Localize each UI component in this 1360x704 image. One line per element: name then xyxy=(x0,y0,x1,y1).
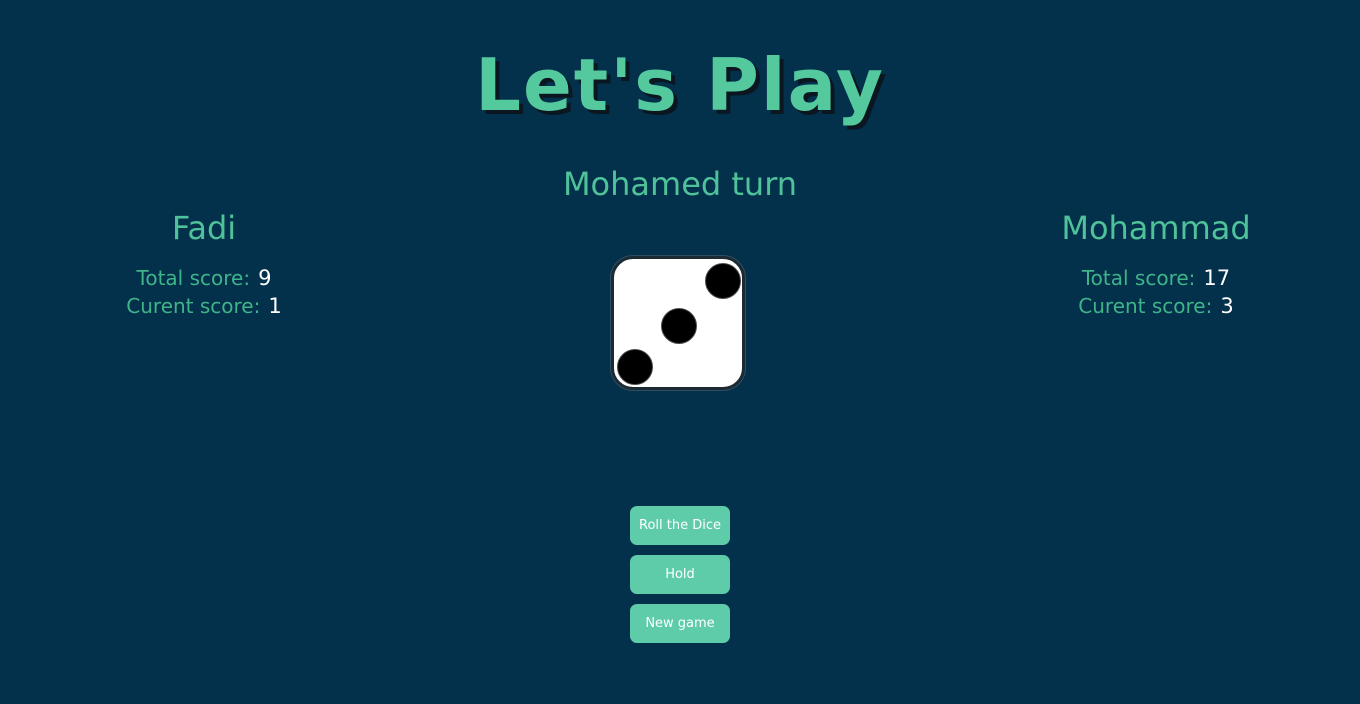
new-game-button[interactable]: New game xyxy=(630,604,730,643)
current-score-label: Curent score: xyxy=(1078,294,1213,318)
dice-pip xyxy=(705,263,741,299)
total-score-label: Total score: xyxy=(1081,266,1196,290)
current-score-value: 3 xyxy=(1220,294,1234,318)
current-score-label: Curent score: xyxy=(126,294,261,318)
current-score-row: Curent score: 1 xyxy=(54,292,354,320)
dice-pip xyxy=(617,349,653,385)
total-score-value: 17 xyxy=(1203,266,1231,290)
total-score-row: Total score: 9 xyxy=(54,264,354,292)
total-score-label: Total score: xyxy=(136,266,251,290)
player-panel-right: Mohammad Total score: 17 Curent score: 3 xyxy=(1006,206,1306,320)
current-score-value: 1 xyxy=(268,294,282,318)
current-score-row: Curent score: 3 xyxy=(1006,292,1306,320)
total-score-value: 9 xyxy=(258,266,272,290)
page-title: Let's Play xyxy=(475,43,885,127)
dice-pip xyxy=(661,308,697,344)
hold-button[interactable]: Hold xyxy=(630,555,730,594)
turn-indicator: Mohamed turn xyxy=(562,165,798,203)
roll-dice-button[interactable]: Roll the Dice xyxy=(630,506,730,545)
player-panel-left: Fadi Total score: 9 Curent score: 1 xyxy=(54,206,354,320)
player-name: Fadi xyxy=(171,209,237,247)
total-score-row: Total score: 17 xyxy=(1006,264,1306,292)
dice-three-icon xyxy=(611,256,745,390)
player-name: Mohammad xyxy=(1061,209,1251,247)
